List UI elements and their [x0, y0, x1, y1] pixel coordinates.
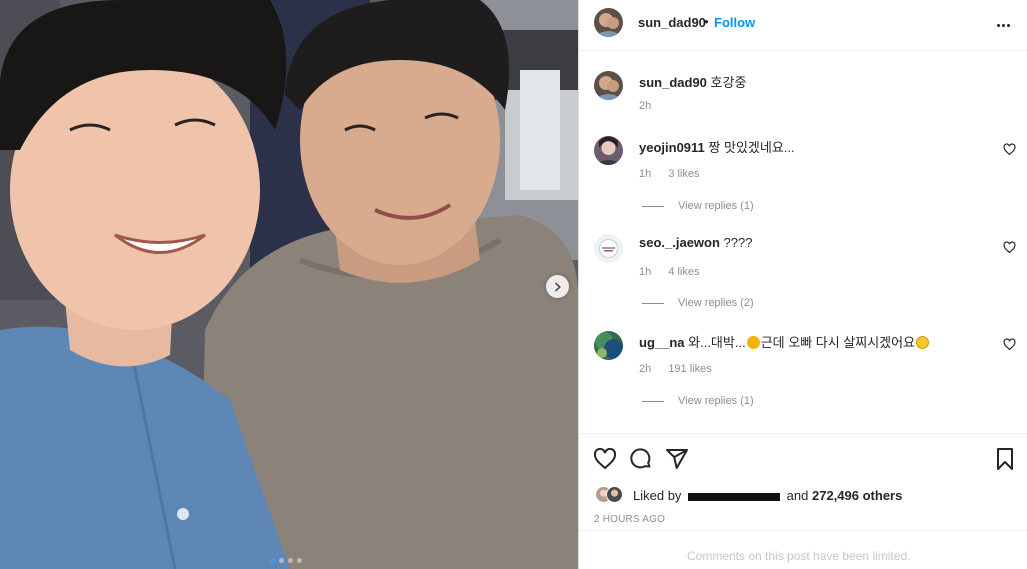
caption-meta: 2h	[639, 100, 665, 112]
carousel-dot	[270, 558, 275, 563]
comment-footer: Comments on this post have been limited.	[579, 530, 1027, 569]
liked-by-prefix: Liked by	[633, 488, 682, 503]
comment-avatar[interactable]	[594, 136, 623, 165]
caption-time: 2h	[639, 100, 652, 112]
like-comment-icon[interactable]	[1003, 338, 1016, 351]
clapping-emoji-icon	[746, 336, 760, 349]
likes-count[interactable]: 272,496 others	[812, 488, 902, 503]
share-icon[interactable]	[665, 447, 689, 471]
liker-avatar	[606, 486, 623, 503]
next-slide-button[interactable]	[546, 275, 569, 298]
comment-body: 짱 맛있겠네요...	[708, 140, 795, 155]
caption-avatar[interactable]	[594, 71, 623, 100]
carousel-indicator	[270, 558, 302, 563]
comment-likes[interactable]: 191 likes	[668, 363, 711, 375]
comment-avatar[interactable]	[594, 331, 623, 360]
separator-dot: •	[704, 14, 709, 29]
replies-divider	[642, 302, 664, 304]
view-replies-button[interactable]: View replies (1)	[642, 395, 754, 407]
comment-meta: 1h 4 likes	[639, 266, 714, 278]
replies-divider	[642, 205, 664, 207]
comment-text: ug__na 와...대박... 근데 오빠 다시 살찌시겠어요	[639, 332, 930, 351]
liked-by-text: Liked by and 272,496 others	[633, 488, 902, 503]
chevron-right-icon	[554, 282, 561, 291]
author-avatar[interactable]	[594, 8, 623, 37]
comment-body: 와...대박...	[688, 335, 746, 350]
view-replies-label[interactable]: View replies (2)	[678, 297, 754, 309]
comment-body: ????	[723, 235, 753, 250]
comment-username[interactable]: yeojin0911	[639, 140, 705, 155]
comments-list[interactable]: sun_dad90 호강중 2h yeojin0911 짱 맛있겠네요... 1…	[579, 51, 1027, 433]
redacted-username	[688, 492, 781, 501]
post-side-panel: sun_dad90 • Follow sun_dad90 호강중 2h yeoj…	[578, 0, 1027, 569]
comment-username[interactable]: ug__na	[639, 335, 685, 350]
post-photo	[0, 0, 578, 569]
liker-avatars	[595, 486, 625, 504]
comment-time: 1h	[639, 266, 652, 278]
post-media	[0, 0, 578, 569]
carousel-dot	[297, 558, 302, 563]
carousel-dot	[279, 558, 284, 563]
view-replies-label[interactable]: View replies (1)	[678, 200, 754, 212]
follow-button[interactable]: Follow	[714, 15, 755, 30]
view-replies-label[interactable]: View replies (1)	[678, 395, 754, 407]
comment-icon[interactable]	[629, 447, 653, 471]
view-replies-button[interactable]: View replies (1)	[642, 200, 754, 212]
comment-username[interactable]: seo._.jaewon	[639, 235, 720, 250]
post-header: sun_dad90 • Follow	[579, 0, 1027, 51]
comment-body-continued: 근데 오빠 다시 살찌시겠어요	[760, 335, 916, 350]
liked-by-and: and	[786, 488, 809, 503]
save-bookmark-icon[interactable]	[993, 447, 1017, 471]
comment-text: seo._.jaewon ????	[639, 235, 752, 250]
carousel-dot	[288, 558, 293, 563]
comment-meta: 2h 191 likes	[639, 363, 726, 375]
view-replies-button[interactable]: View replies (2)	[642, 297, 754, 309]
like-comment-icon[interactable]	[1003, 143, 1016, 156]
comment-time: 2h	[639, 363, 652, 375]
laughing-emoji-icon	[916, 336, 930, 349]
comment-time: 1h	[639, 168, 652, 180]
post-timestamp[interactable]: 2 HOURS AGO	[594, 514, 665, 525]
caption-text: sun_dad90 호강중	[639, 72, 746, 91]
comment-likes[interactable]: 3 likes	[668, 168, 699, 180]
caption-body: 호강중	[710, 75, 747, 90]
more-options-icon[interactable]	[994, 16, 1012, 34]
comment-text: yeojin0911 짱 맛있겠네요...	[639, 137, 795, 156]
like-comment-icon[interactable]	[1003, 241, 1016, 254]
author-username[interactable]: sun_dad90	[638, 15, 706, 30]
like-post-icon[interactable]	[593, 447, 617, 471]
comments-limited-notice: Comments on this post have been limited.	[687, 549, 911, 563]
comment-likes[interactable]: 4 likes	[668, 266, 699, 278]
caption-username[interactable]: sun_dad90	[639, 75, 707, 90]
comment-meta: 1h 3 likes	[639, 168, 714, 180]
comment-avatar[interactable]	[594, 234, 623, 263]
post-actions: Liked by and 272,496 others 2 HOURS AGO	[579, 433, 1027, 530]
replies-divider	[642, 400, 664, 402]
